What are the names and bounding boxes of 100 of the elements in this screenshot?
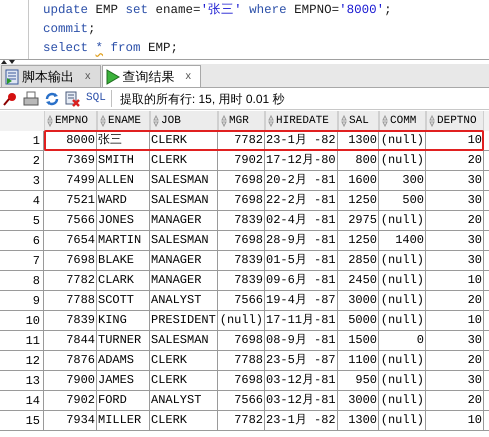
row-number: 2: [0, 151, 44, 170]
table-cell: 3000: [338, 291, 379, 310]
table-cell: 7788: [218, 351, 265, 370]
row-number: 6: [0, 231, 44, 250]
column-header[interactable]: ENAME: [97, 111, 150, 131]
table-cell: 30: [426, 231, 484, 250]
code-line: update EMP set ename='张三' where EMPNO='8000';: [43, 2, 392, 19]
close-button[interactable]: x: [186, 68, 191, 85]
table-cell: 23-5月 -87: [265, 351, 338, 370]
table-cell: TURNER: [97, 331, 150, 350]
table-cell: (null): [379, 271, 426, 290]
row-number: 1: [0, 131, 44, 150]
table-cell: (null): [379, 151, 426, 170]
column-header[interactable]: MGR: [218, 111, 265, 131]
table-cell: 30: [426, 331, 484, 350]
table-cell: 20: [426, 391, 484, 410]
delete-document-icon[interactable]: [65, 90, 81, 106]
close-button[interactable]: x: [85, 68, 90, 85]
table-cell: JAMES: [97, 371, 150, 390]
row-number: 5: [0, 211, 44, 230]
row-number: 12: [0, 351, 44, 370]
table-cell: ANALYST: [150, 391, 218, 410]
sort-icon: [341, 115, 347, 127]
table-cell: 2450: [338, 271, 379, 290]
table-cell: 2975: [338, 211, 379, 230]
column-header[interactable]: JOB: [150, 111, 218, 131]
column-header[interactable]: COMM: [379, 111, 426, 131]
table-cell: 1400: [379, 231, 426, 250]
table-cell: 300: [379, 171, 426, 190]
table-cell: 7839: [44, 311, 97, 330]
document-icon: [5, 68, 19, 84]
table-cell: 09-6月 -81: [265, 271, 338, 290]
table-cell: MARTIN: [97, 231, 150, 250]
table-cell: 10: [426, 271, 484, 290]
table-cell: CLARK: [97, 271, 150, 290]
table-cell: 7839: [218, 211, 265, 230]
table-cell: BLAKE: [97, 251, 150, 270]
table-cell: PRESIDENT: [150, 311, 218, 330]
table-cell: 7499: [44, 171, 97, 190]
fetch-status-text: 提取的所有行: 15, 用时 0.01 秒: [120, 90, 285, 108]
table-cell: 1500: [338, 331, 379, 350]
sort-icon: [221, 115, 227, 127]
table-cell: MANAGER: [150, 251, 218, 270]
table-cell: 7839: [218, 271, 265, 290]
table-cell: CLERK: [150, 411, 218, 430]
table-cell: 20-2月 -81: [265, 171, 338, 190]
table-cell: (null): [379, 411, 426, 430]
table-cell: 30: [426, 191, 484, 210]
code-line: commit;: [43, 21, 97, 38]
column-header[interactable]: DEPTNO: [426, 111, 484, 131]
table-cell: 7902: [44, 391, 97, 410]
splitter-arrows-icon[interactable]: [1, 60, 15, 64]
table-cell: 7788: [44, 291, 97, 310]
table-cell: 7698: [218, 331, 265, 350]
sort-icon: [382, 115, 388, 127]
column-header[interactable]: EMPNO: [44, 111, 97, 131]
row-number: 7: [0, 251, 44, 270]
table-cell: (null): [379, 291, 426, 310]
table-cell: 17-11月-81: [265, 311, 338, 330]
table-cell: ALLEN: [97, 171, 150, 190]
table-cell: 03-12月-81: [265, 371, 338, 390]
table-cell: 1300: [338, 131, 379, 150]
table-cell: (null): [379, 311, 426, 330]
table-cell: 17-12月-80: [265, 151, 338, 170]
table-cell: 7934: [44, 411, 97, 430]
table-cell: 20: [426, 291, 484, 310]
result-tab[interactable]: 查询结果 x: [102, 65, 201, 87]
table-cell: (null): [379, 131, 426, 150]
table-cell: 7698: [218, 191, 265, 210]
table-cell: 1100: [338, 351, 379, 370]
table-cell: 7654: [44, 231, 97, 250]
play-icon: [106, 68, 120, 84]
table-cell: SALESMAN: [150, 191, 218, 210]
table-cell: 7566: [218, 291, 265, 310]
table-cell: 7521: [44, 191, 97, 210]
table-cell: 7876: [44, 351, 97, 370]
table-cell: 0: [379, 331, 426, 350]
table-cell: 3000: [338, 391, 379, 410]
table-cell: 02-4月 -81: [265, 211, 338, 230]
print-icon[interactable]: [23, 90, 39, 106]
sql-button[interactable]: SQL: [86, 90, 112, 107]
table-cell: 23-1月 -82: [265, 131, 338, 150]
table-cell: 800: [338, 151, 379, 170]
pin-icon[interactable]: [2, 90, 18, 106]
refresh-icon[interactable]: [44, 90, 60, 106]
table-cell: 7369: [44, 151, 97, 170]
table-cell: CLERK: [150, 351, 218, 370]
table-cell: MANAGER: [150, 211, 218, 230]
table-cell: KING: [97, 311, 150, 330]
table-cell: 7839: [218, 251, 265, 270]
row-number: 15: [0, 411, 44, 430]
table-cell: 23-1月 -82: [265, 411, 338, 430]
table-cell: CLERK: [150, 371, 218, 390]
table-cell: 7698: [218, 171, 265, 190]
row-number: 8: [0, 271, 44, 290]
column-header[interactable]: SAL: [338, 111, 379, 131]
result-tab[interactable]: 脚本输出 x: [1, 65, 100, 87]
table-cell: ANALYST: [150, 291, 218, 310]
column-header[interactable]: HIREDATE: [265, 111, 338, 131]
table-cell: 28-9月 -81: [265, 231, 338, 250]
